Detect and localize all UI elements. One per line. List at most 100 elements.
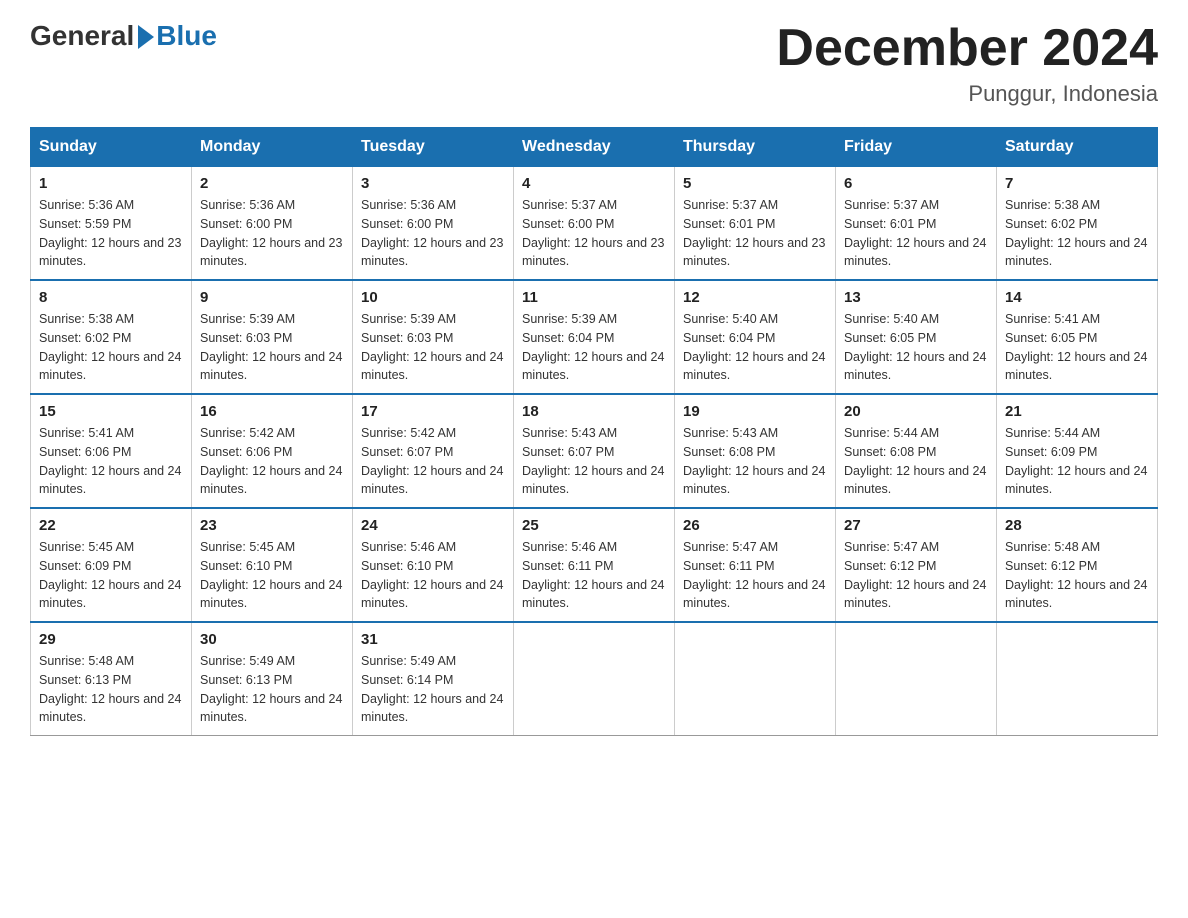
table-row: 18 Sunrise: 5:43 AM Sunset: 6:07 PM Dayl… [514,394,675,508]
logo: General Blue [30,20,217,52]
day-number: 19 [683,403,827,420]
table-row [997,622,1158,736]
table-row: 30 Sunrise: 5:49 AM Sunset: 6:13 PM Dayl… [192,622,353,736]
day-number: 12 [683,289,827,306]
table-row: 1 Sunrise: 5:36 AM Sunset: 5:59 PM Dayli… [31,167,192,281]
header-friday: Friday [836,128,997,167]
day-info: Sunrise: 5:48 AM Sunset: 6:13 PM Dayligh… [39,652,183,727]
table-row [514,622,675,736]
header-thursday: Thursday [675,128,836,167]
table-row: 14 Sunrise: 5:41 AM Sunset: 6:05 PM Dayl… [997,280,1158,394]
day-info: Sunrise: 5:44 AM Sunset: 6:09 PM Dayligh… [1005,424,1149,499]
table-row: 21 Sunrise: 5:44 AM Sunset: 6:09 PM Dayl… [997,394,1158,508]
day-number: 15 [39,403,183,420]
day-number: 30 [200,631,344,648]
day-number: 14 [1005,289,1149,306]
calendar-header-row: Sunday Monday Tuesday Wednesday Thursday… [31,128,1158,167]
table-row: 6 Sunrise: 5:37 AM Sunset: 6:01 PM Dayli… [836,167,997,281]
header-monday: Monday [192,128,353,167]
day-number: 7 [1005,175,1149,192]
calendar-week-row: 1 Sunrise: 5:36 AM Sunset: 5:59 PM Dayli… [31,167,1158,281]
calendar-table: Sunday Monday Tuesday Wednesday Thursday… [30,127,1158,736]
day-info: Sunrise: 5:38 AM Sunset: 6:02 PM Dayligh… [39,310,183,385]
title-section: December 2024 Punggur, Indonesia [776,20,1158,107]
day-info: Sunrise: 5:41 AM Sunset: 6:06 PM Dayligh… [39,424,183,499]
table-row: 13 Sunrise: 5:40 AM Sunset: 6:05 PM Dayl… [836,280,997,394]
location-text: Punggur, Indonesia [776,81,1158,107]
day-number: 11 [522,289,666,306]
table-row: 24 Sunrise: 5:46 AM Sunset: 6:10 PM Dayl… [353,508,514,622]
day-info: Sunrise: 5:42 AM Sunset: 6:06 PM Dayligh… [200,424,344,499]
day-info: Sunrise: 5:49 AM Sunset: 6:14 PM Dayligh… [361,652,505,727]
day-info: Sunrise: 5:39 AM Sunset: 6:03 PM Dayligh… [200,310,344,385]
table-row: 9 Sunrise: 5:39 AM Sunset: 6:03 PM Dayli… [192,280,353,394]
table-row: 10 Sunrise: 5:39 AM Sunset: 6:03 PM Dayl… [353,280,514,394]
day-info: Sunrise: 5:36 AM Sunset: 6:00 PM Dayligh… [361,196,505,271]
day-number: 17 [361,403,505,420]
day-number: 6 [844,175,988,192]
table-row: 17 Sunrise: 5:42 AM Sunset: 6:07 PM Dayl… [353,394,514,508]
logo-general-text: General [30,20,134,52]
day-number: 8 [39,289,183,306]
day-info: Sunrise: 5:44 AM Sunset: 6:08 PM Dayligh… [844,424,988,499]
day-number: 2 [200,175,344,192]
day-number: 18 [522,403,666,420]
day-info: Sunrise: 5:37 AM Sunset: 6:00 PM Dayligh… [522,196,666,271]
logo-blue-text: Blue [156,20,217,52]
table-row: 2 Sunrise: 5:36 AM Sunset: 6:00 PM Dayli… [192,167,353,281]
day-number: 13 [844,289,988,306]
day-info: Sunrise: 5:36 AM Sunset: 6:00 PM Dayligh… [200,196,344,271]
calendar-week-row: 8 Sunrise: 5:38 AM Sunset: 6:02 PM Dayli… [31,280,1158,394]
table-row: 22 Sunrise: 5:45 AM Sunset: 6:09 PM Dayl… [31,508,192,622]
day-info: Sunrise: 5:40 AM Sunset: 6:04 PM Dayligh… [683,310,827,385]
day-info: Sunrise: 5:39 AM Sunset: 6:04 PM Dayligh… [522,310,666,385]
day-number: 20 [844,403,988,420]
table-row: 15 Sunrise: 5:41 AM Sunset: 6:06 PM Dayl… [31,394,192,508]
day-number: 25 [522,517,666,534]
day-info: Sunrise: 5:49 AM Sunset: 6:13 PM Dayligh… [200,652,344,727]
day-number: 24 [361,517,505,534]
table-row: 26 Sunrise: 5:47 AM Sunset: 6:11 PM Dayl… [675,508,836,622]
header-saturday: Saturday [997,128,1158,167]
day-info: Sunrise: 5:36 AM Sunset: 5:59 PM Dayligh… [39,196,183,271]
calendar-week-row: 29 Sunrise: 5:48 AM Sunset: 6:13 PM Dayl… [31,622,1158,736]
day-info: Sunrise: 5:47 AM Sunset: 6:11 PM Dayligh… [683,538,827,613]
table-row: 19 Sunrise: 5:43 AM Sunset: 6:08 PM Dayl… [675,394,836,508]
table-row: 11 Sunrise: 5:39 AM Sunset: 6:04 PM Dayl… [514,280,675,394]
header-sunday: Sunday [31,128,192,167]
calendar-week-row: 15 Sunrise: 5:41 AM Sunset: 6:06 PM Dayl… [31,394,1158,508]
table-row: 3 Sunrise: 5:36 AM Sunset: 6:00 PM Dayli… [353,167,514,281]
header-tuesday: Tuesday [353,128,514,167]
table-row: 16 Sunrise: 5:42 AM Sunset: 6:06 PM Dayl… [192,394,353,508]
page-header: General Blue December 2024 Punggur, Indo… [30,20,1158,107]
day-number: 9 [200,289,344,306]
table-row: 28 Sunrise: 5:48 AM Sunset: 6:12 PM Dayl… [997,508,1158,622]
table-row: 20 Sunrise: 5:44 AM Sunset: 6:08 PM Dayl… [836,394,997,508]
day-info: Sunrise: 5:40 AM Sunset: 6:05 PM Dayligh… [844,310,988,385]
table-row: 5 Sunrise: 5:37 AM Sunset: 6:01 PM Dayli… [675,167,836,281]
header-wednesday: Wednesday [514,128,675,167]
table-row: 27 Sunrise: 5:47 AM Sunset: 6:12 PM Dayl… [836,508,997,622]
logo-arrow-icon [138,25,154,49]
day-number: 4 [522,175,666,192]
day-number: 21 [1005,403,1149,420]
table-row: 25 Sunrise: 5:46 AM Sunset: 6:11 PM Dayl… [514,508,675,622]
day-number: 22 [39,517,183,534]
day-info: Sunrise: 5:42 AM Sunset: 6:07 PM Dayligh… [361,424,505,499]
table-row: 4 Sunrise: 5:37 AM Sunset: 6:00 PM Dayli… [514,167,675,281]
day-number: 3 [361,175,505,192]
day-info: Sunrise: 5:43 AM Sunset: 6:07 PM Dayligh… [522,424,666,499]
day-info: Sunrise: 5:46 AM Sunset: 6:10 PM Dayligh… [361,538,505,613]
month-title: December 2024 [776,20,1158,77]
table-row: 12 Sunrise: 5:40 AM Sunset: 6:04 PM Dayl… [675,280,836,394]
day-info: Sunrise: 5:37 AM Sunset: 6:01 PM Dayligh… [844,196,988,271]
day-info: Sunrise: 5:45 AM Sunset: 6:09 PM Dayligh… [39,538,183,613]
day-number: 10 [361,289,505,306]
day-number: 26 [683,517,827,534]
day-number: 31 [361,631,505,648]
day-number: 23 [200,517,344,534]
table-row: 31 Sunrise: 5:49 AM Sunset: 6:14 PM Dayl… [353,622,514,736]
table-row: 7 Sunrise: 5:38 AM Sunset: 6:02 PM Dayli… [997,167,1158,281]
day-info: Sunrise: 5:47 AM Sunset: 6:12 PM Dayligh… [844,538,988,613]
day-number: 29 [39,631,183,648]
